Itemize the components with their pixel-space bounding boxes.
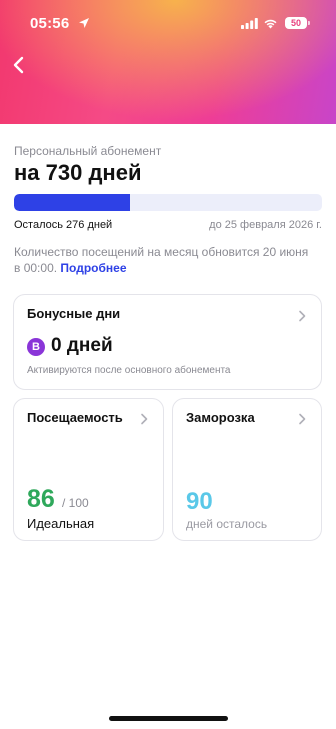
subscription-progress-fill [14, 194, 131, 211]
subscription-subtitle: Персональный абонемент [14, 144, 162, 158]
home-indicator[interactable] [109, 716, 228, 721]
chevron-right-icon [141, 413, 148, 425]
bonus-days-note: Активируются после основного абонемента [27, 365, 231, 376]
chevron-right-icon [299, 310, 306, 322]
freeze-card[interactable]: Заморозка 90 дней осталось [172, 398, 322, 541]
status-bar: 05:56 50 [0, 0, 336, 48]
battery-tip [308, 21, 310, 25]
visits-info-text: Количество посещений на месяц обновится … [14, 244, 314, 276]
chevron-right-icon [299, 413, 306, 425]
subscription-progress-bar [14, 194, 322, 211]
bonus-badge-icon: B [27, 338, 45, 356]
bonus-days-value: 0 дней [51, 335, 113, 356]
days-remaining: Осталось 276 дней [14, 219, 113, 231]
status-time: 05:56 [30, 15, 70, 32]
attendance-card[interactable]: Посещаемость 86 / 100 Идеальная [13, 398, 164, 541]
location-arrow-icon [79, 18, 89, 28]
freeze-days-label: дней осталось [186, 517, 268, 531]
signal-icon [241, 18, 258, 29]
bonus-days-card[interactable]: Бонусные дни B 0 дней Активируются после… [13, 294, 322, 390]
bonus-days-title: Бонусные дни [27, 306, 121, 321]
header-banner: 05:56 50 [0, 0, 336, 124]
attendance-title: Посещаемость [27, 410, 123, 425]
wifi-icon [264, 19, 277, 29]
subscription-title: на 730 дней [14, 160, 142, 185]
back-button[interactable] [10, 54, 28, 76]
expiry-date: до 25 февраля 2026 г. [209, 219, 322, 231]
more-link[interactable]: Подробнее [60, 261, 126, 275]
attendance-label: Идеальная [27, 516, 95, 531]
attendance-max: / 100 [62, 496, 89, 510]
visits-info-label: Количество посещений на месяц обновится … [14, 245, 309, 275]
freeze-title: Заморозка [186, 410, 255, 425]
battery-icon: 50 [285, 17, 307, 29]
freeze-days-value: 90 [186, 488, 213, 515]
attendance-score: 86 [27, 485, 55, 513]
